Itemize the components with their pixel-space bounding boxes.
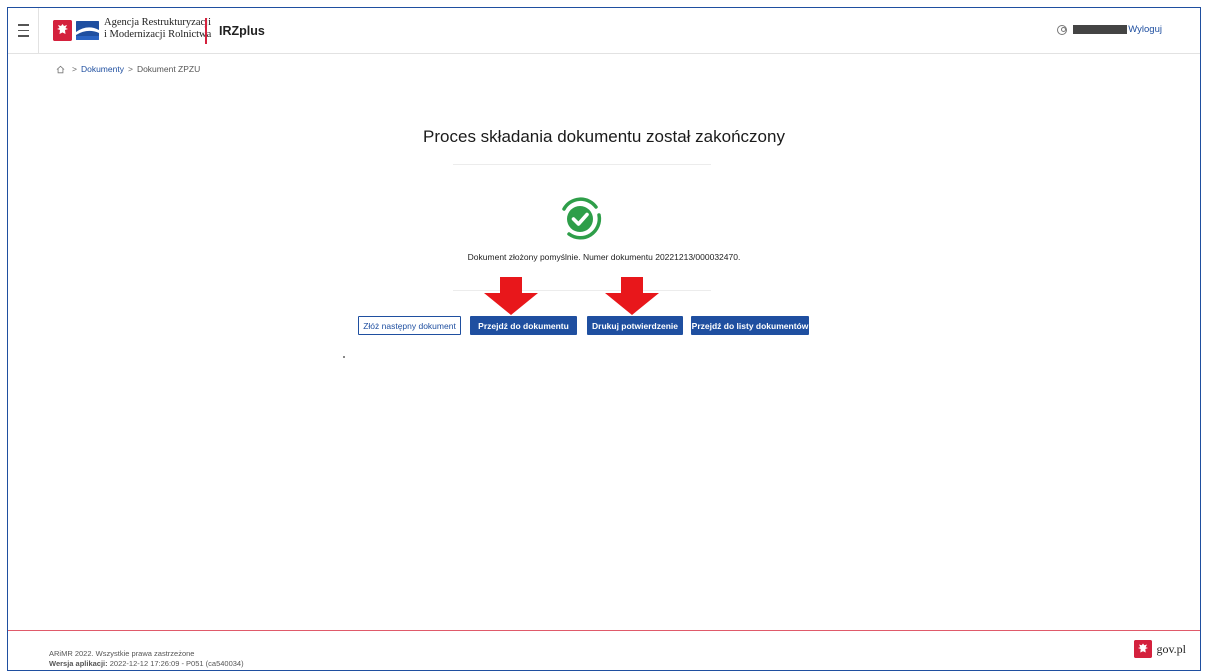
gov-eagle-icon (1134, 640, 1153, 658)
red-down-arrow-icon (604, 277, 660, 315)
breadcrumb: > Dokumenty > Dokument ZPZU (56, 64, 200, 74)
arimr-logo-icon (76, 21, 99, 40)
app-frame: Agencja Restrukturyzacji i Modernizacji … (7, 7, 1201, 671)
agency-name-line2: i Modernizacji Rolnictwa (104, 28, 212, 40)
user-icon (1057, 24, 1068, 35)
red-down-arrow-icon (483, 277, 539, 315)
footer-copyright: ARiMR 2022. Wszystkie prawa zastrzeżone (49, 649, 195, 658)
success-message: Dokument złożony pomyślnie. Numer dokume… (467, 252, 741, 262)
logo-divider (205, 18, 207, 44)
check-circle-icon (556, 194, 604, 242)
version-value: 2022-12-12 17:26:09 - P051 (ca540034) (109, 658, 244, 668)
divider-top (453, 164, 711, 165)
footer-info: ARiMR 2022. Wszystkie prawa zastrzeżone … (49, 649, 244, 668)
submit-next-document-button[interactable]: Złóż następny dokument (358, 316, 461, 335)
hamburger-icon (17, 22, 29, 39)
menu-toggle-button[interactable] (8, 8, 39, 53)
top-header: Agencja Restrukturyzacji i Modernizacji … (8, 8, 1200, 54)
agency-name-line1: Agencja Restrukturyzacji (104, 17, 211, 28)
action-buttons: Złóż następny dokument Przejdź do dokume… (358, 316, 809, 335)
footer-divider (8, 630, 1200, 631)
breadcrumb-item-dokumenty[interactable]: Dokumenty (81, 64, 124, 74)
user-area: Wyloguj (1057, 24, 1162, 35)
print-confirmation-button[interactable]: Drukuj potwierdzenie (587, 316, 683, 335)
page-title: Proces składania dokumentu został zakońc… (423, 127, 785, 146)
agency-name: Agencja Restrukturyzacji i Modernizacji … (104, 17, 214, 40)
home-icon[interactable] (56, 65, 65, 74)
poland-eagle-icon (53, 20, 72, 41)
version-label: Wersja aplikacji: (49, 658, 108, 668)
redacted-username (1073, 25, 1128, 34)
breadcrumb-separator: > (127, 64, 133, 74)
go-to-document-list-button[interactable]: Przejdź do listy dokumentów (691, 316, 809, 335)
logout-link[interactable]: Wyloguj (1128, 24, 1162, 35)
stray-dot (343, 356, 345, 358)
app-name: IRZplus (219, 24, 265, 38)
footer-version: Wersja aplikacji: 2022-12-12 17:26:09 - … (49, 659, 244, 669)
go-to-document-button[interactable]: Przejdź do dokumentu (470, 316, 577, 335)
gov-label: gov.pl (1156, 641, 1186, 656)
govpl-link[interactable]: gov.pl (1134, 640, 1186, 658)
breadcrumb-item-current: Dokument ZPZU (136, 64, 201, 74)
breadcrumb-separator: > (72, 64, 77, 74)
